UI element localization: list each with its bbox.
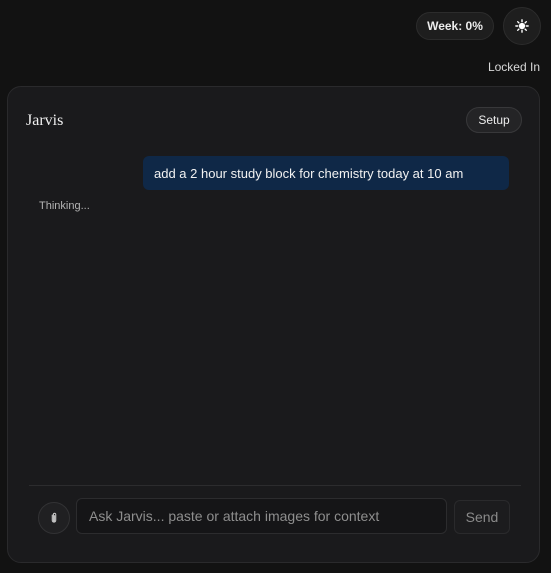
composer-divider — [29, 485, 521, 486]
chat-panel: Jarvis Setup add a 2 hour study block fo… — [7, 86, 540, 563]
top-bar: Week: 0% Locked In — [0, 0, 551, 86]
sun-icon — [515, 19, 529, 33]
setup-button[interactable]: Setup — [466, 107, 522, 133]
panel-title: Jarvis — [26, 112, 64, 129]
send-button[interactable]: Send — [454, 500, 510, 534]
paperclip-icon — [51, 512, 57, 523]
week-progress-badge[interactable]: Week: 0% — [416, 12, 494, 40]
chat-input[interactable] — [76, 498, 447, 534]
thinking-indicator: Thinking... — [39, 200, 90, 212]
status-label: Locked In — [487, 60, 540, 74]
user-message: add a 2 hour study block for chemistry t… — [143, 156, 509, 190]
attach-button[interactable] — [38, 502, 70, 534]
theme-toggle-button[interactable] — [503, 7, 541, 45]
